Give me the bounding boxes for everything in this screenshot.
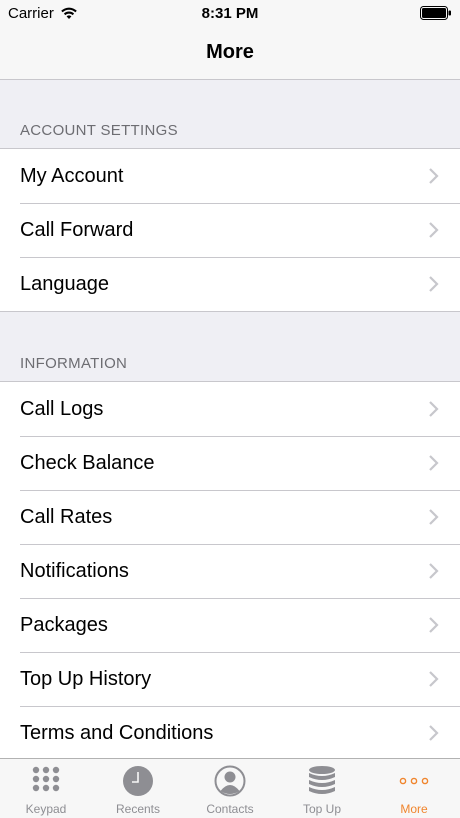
wifi-icon	[60, 6, 78, 20]
chevron-right-icon	[429, 222, 439, 238]
row-language[interactable]: Language	[0, 257, 460, 311]
chevron-right-icon	[429, 671, 439, 687]
row-label: My Account	[20, 164, 124, 187]
row-label: Language	[20, 272, 109, 295]
tab-contacts[interactable]: Contacts	[184, 759, 276, 818]
more-dots-icon	[397, 764, 431, 798]
tab-label: More	[400, 802, 428, 816]
status-left: Carrier	[8, 5, 78, 22]
database-icon	[305, 764, 339, 798]
tab-label: Keypad	[25, 802, 67, 816]
row-notifications[interactable]: Notifications	[0, 544, 460, 598]
row-label: Top Up History	[20, 667, 152, 690]
chevron-right-icon	[429, 401, 439, 417]
contacts-icon	[213, 764, 247, 798]
chevron-right-icon	[429, 617, 439, 633]
page-title: More	[206, 41, 254, 63]
row-label: Call Rates	[20, 505, 113, 528]
row-label: Call Logs	[20, 397, 104, 420]
group-information: Call Logs Check Balance Call Rates Notif…	[0, 381, 460, 758]
row-packages[interactable]: Packages	[0, 598, 460, 652]
tab-label: Contacts	[206, 802, 254, 816]
tab-more[interactable]: More	[368, 759, 460, 818]
section-header-account-settings: ACCOUNT SETTINGS	[20, 122, 178, 139]
tab-bar: Keypad Recents Contacts Top Up More	[0, 758, 460, 818]
navigation-bar: More	[0, 26, 460, 80]
row-terms-and-conditions[interactable]: Terms and Conditions	[0, 706, 460, 758]
tab-label: Top Up	[302, 802, 342, 816]
row-label: Packages	[20, 613, 108, 636]
status-bar: Carrier 8:31 PM	[0, 0, 460, 26]
chevron-right-icon	[429, 509, 439, 525]
keypad-icon	[29, 764, 63, 798]
row-label: Call Forward	[20, 218, 134, 241]
row-call-forward[interactable]: Call Forward	[0, 203, 460, 257]
carrier-label: Carrier	[8, 4, 54, 22]
row-my-account[interactable]: My Account	[0, 149, 460, 203]
tab-recents[interactable]: Recents	[92, 759, 184, 818]
chevron-right-icon	[429, 276, 439, 292]
row-call-rates[interactable]: Call Rates	[0, 490, 460, 544]
row-label: Notifications	[20, 559, 129, 582]
section-header-information: INFORMATION	[20, 355, 128, 372]
row-top-up-history[interactable]: Top Up History	[0, 652, 460, 706]
tab-keypad[interactable]: Keypad	[0, 759, 92, 818]
row-label: Check Balance	[20, 451, 155, 474]
row-check-balance[interactable]: Check Balance	[0, 436, 460, 490]
battery-icon	[420, 6, 452, 20]
clock-icon	[121, 764, 155, 798]
group-account-settings: My Account Call Forward Language	[0, 148, 460, 312]
chevron-right-icon	[429, 455, 439, 471]
chevron-right-icon	[429, 725, 439, 741]
tab-label: Recents	[115, 802, 161, 816]
tab-top-up[interactable]: Top Up	[276, 759, 368, 818]
row-label: Terms and Conditions	[20, 721, 214, 744]
chevron-right-icon	[429, 563, 439, 579]
row-call-logs[interactable]: Call Logs	[0, 382, 460, 436]
chevron-right-icon	[429, 168, 439, 184]
screen: Carrier 8:31 PM More ACCOUNT SETTINGS My…	[0, 0, 460, 818]
settings-list[interactable]: ACCOUNT SETTINGS My Account Call Forward…	[0, 80, 460, 758]
